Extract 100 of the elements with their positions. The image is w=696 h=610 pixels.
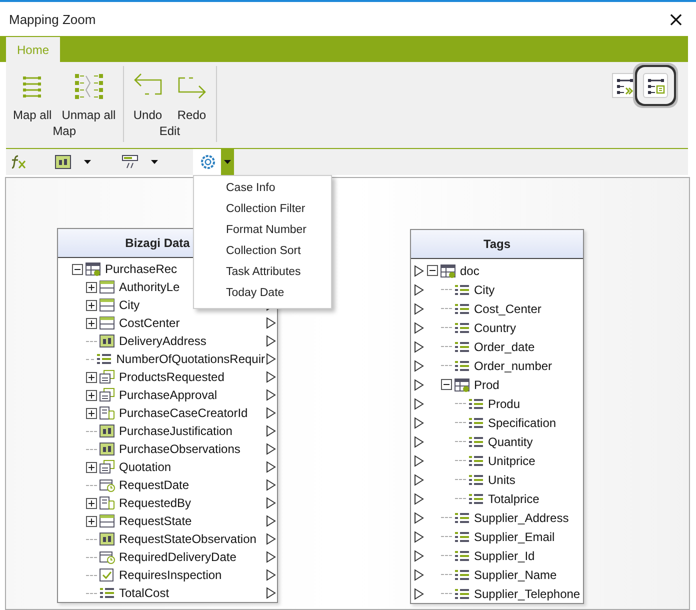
tree-item-label[interactable]: DeliveryAddress [119, 334, 206, 348]
list-icon [454, 302, 470, 316]
record-icon [99, 496, 115, 510]
record-icon [99, 406, 115, 420]
table-icon [99, 316, 115, 330]
tree-item-label[interactable]: PurchaseJustification [119, 424, 232, 438]
tree-item-label[interactable]: Quotation [119, 460, 172, 474]
tree-item-label[interactable]: Quantity [488, 434, 533, 448]
tree-item-label[interactable]: PurchaseCaseCreatorId [119, 406, 248, 420]
tree-item-label[interactable]: RequestState [119, 514, 192, 528]
tree-item-label[interactable]: TotalCost [119, 586, 170, 600]
text-field-icon [99, 334, 115, 348]
menu-item[interactable]: Task Attributes [194, 262, 331, 283]
ribbon-group-label: Map [52, 124, 76, 138]
table-icon [99, 280, 115, 294]
tree-item-label[interactable]: PurchaseObservations [119, 442, 240, 456]
list-icon [468, 472, 484, 486]
tree-item-label[interactable]: doc [460, 264, 480, 278]
tree-item-label[interactable]: RequestDate [119, 478, 190, 492]
collapse-icon[interactable] [441, 379, 452, 390]
close-button[interactable]: × [656, 4, 696, 34]
tree-item-label[interactable]: Supplier_Name [474, 568, 557, 582]
function-icon[interactable] [11, 155, 27, 169]
expand-icon[interactable] [86, 318, 97, 328]
list-icon [468, 454, 484, 468]
list-icon [454, 282, 470, 296]
list-icon [468, 396, 484, 410]
tree-item-label[interactable]: Supplier_Address [474, 510, 569, 524]
expand-icon[interactable] [86, 462, 97, 472]
expand-icon[interactable] [86, 516, 97, 526]
dropdown-toggle[interactable] [221, 149, 234, 175]
list-icon [454, 548, 470, 562]
expand-icon[interactable] [86, 498, 97, 508]
tree-item-label[interactable]: CostCenter [119, 316, 180, 330]
text-field-icon [99, 442, 115, 456]
tree-item-label[interactable]: RequestedBy [119, 496, 192, 510]
window-title: Mapping Zoom [9, 12, 96, 26]
tree-item-label[interactable]: Totalprice [488, 492, 540, 506]
tree-item-label[interactable]: Prod [474, 378, 500, 392]
format-field-icon[interactable] [122, 155, 138, 169]
text-field-icon [99, 424, 115, 438]
list-icon [454, 568, 470, 582]
tree-item-label[interactable]: Unitprice [488, 454, 536, 468]
tree-item-label[interactable]: PurchaseApproval [119, 388, 218, 402]
table-icon [85, 262, 101, 276]
tree-item-label[interactable]: Supplier_Email [474, 530, 555, 544]
settings-icon[interactable] [199, 153, 217, 171]
tree-item-label[interactable]: NumberOfQuotationsRequir [116, 352, 265, 366]
tree-item-label[interactable]: RequiredDeliveryDate [119, 550, 236, 564]
tree-item-label[interactable]: Supplier_Telephone [474, 586, 580, 600]
list-icon [468, 416, 484, 430]
menu-item[interactable]: Case Info [194, 178, 331, 199]
form-icon [99, 370, 115, 384]
tree-item-label[interactable]: AuthorityLe [119, 280, 180, 294]
form-icon [99, 388, 115, 402]
expand-icon[interactable] [86, 390, 97, 400]
list-icon [454, 358, 470, 372]
list-icon [99, 586, 115, 600]
ribbon-group-label: Edit [159, 124, 180, 138]
tree-item-label[interactable]: Country [474, 320, 516, 334]
tree-item-label[interactable]: Order_date [474, 340, 535, 354]
collapse-icon[interactable] [72, 264, 83, 274]
table-icon [454, 378, 470, 392]
tree-item-label[interactable]: ProductsRequested [119, 370, 224, 384]
tree-item-label[interactable]: RequiresInspection [119, 568, 222, 582]
form-icon [99, 460, 115, 474]
list-icon [468, 492, 484, 506]
list-icon [96, 352, 112, 366]
expand-icon[interactable] [86, 372, 97, 382]
tree-form-icon [646, 76, 664, 94]
list-icon [468, 434, 484, 448]
expand-icon[interactable] [86, 408, 97, 418]
tree-item-label[interactable]: Units [488, 472, 516, 486]
expand-icon[interactable] [86, 282, 97, 292]
list-icon [454, 320, 470, 334]
menu-item[interactable]: Today Date [194, 283, 331, 304]
text-field-icon[interactable] [55, 155, 71, 169]
list-icon [454, 586, 470, 600]
tree-item-label[interactable]: Cost_Center [474, 302, 542, 316]
ribbon-button[interactable]: Map all [10, 70, 55, 122]
panel-header: Tags [411, 230, 583, 259]
tree-item-label[interactable]: RequestStateObservation [119, 532, 256, 546]
tree-item-label[interactable]: Supplier_Id [474, 548, 535, 562]
caret-icon [224, 160, 231, 164]
expand-icon[interactable] [86, 300, 97, 310]
tree-item-label[interactable]: Specification [488, 416, 556, 430]
caret-icon [151, 160, 158, 164]
ribbon-button[interactable]: Unmap all [58, 70, 119, 122]
calendar-icon [99, 550, 115, 564]
ribbon-button[interactable]: Undo [128, 70, 168, 122]
ribbon-button[interactable]: Redo [172, 70, 212, 122]
tree-item-label[interactable]: PurchaseRec [105, 262, 178, 276]
list-icon [454, 340, 470, 354]
tree-item-label[interactable]: Order_number [474, 358, 552, 372]
tree-item-label[interactable]: City [119, 298, 140, 312]
tree-item-label[interactable]: Produ [488, 396, 520, 410]
text-field-icon [99, 532, 115, 546]
tree-item-label[interactable]: City [474, 282, 495, 296]
menu-item[interactable]: Collection Filter [194, 199, 331, 220]
collapse-icon[interactable] [427, 265, 438, 276]
